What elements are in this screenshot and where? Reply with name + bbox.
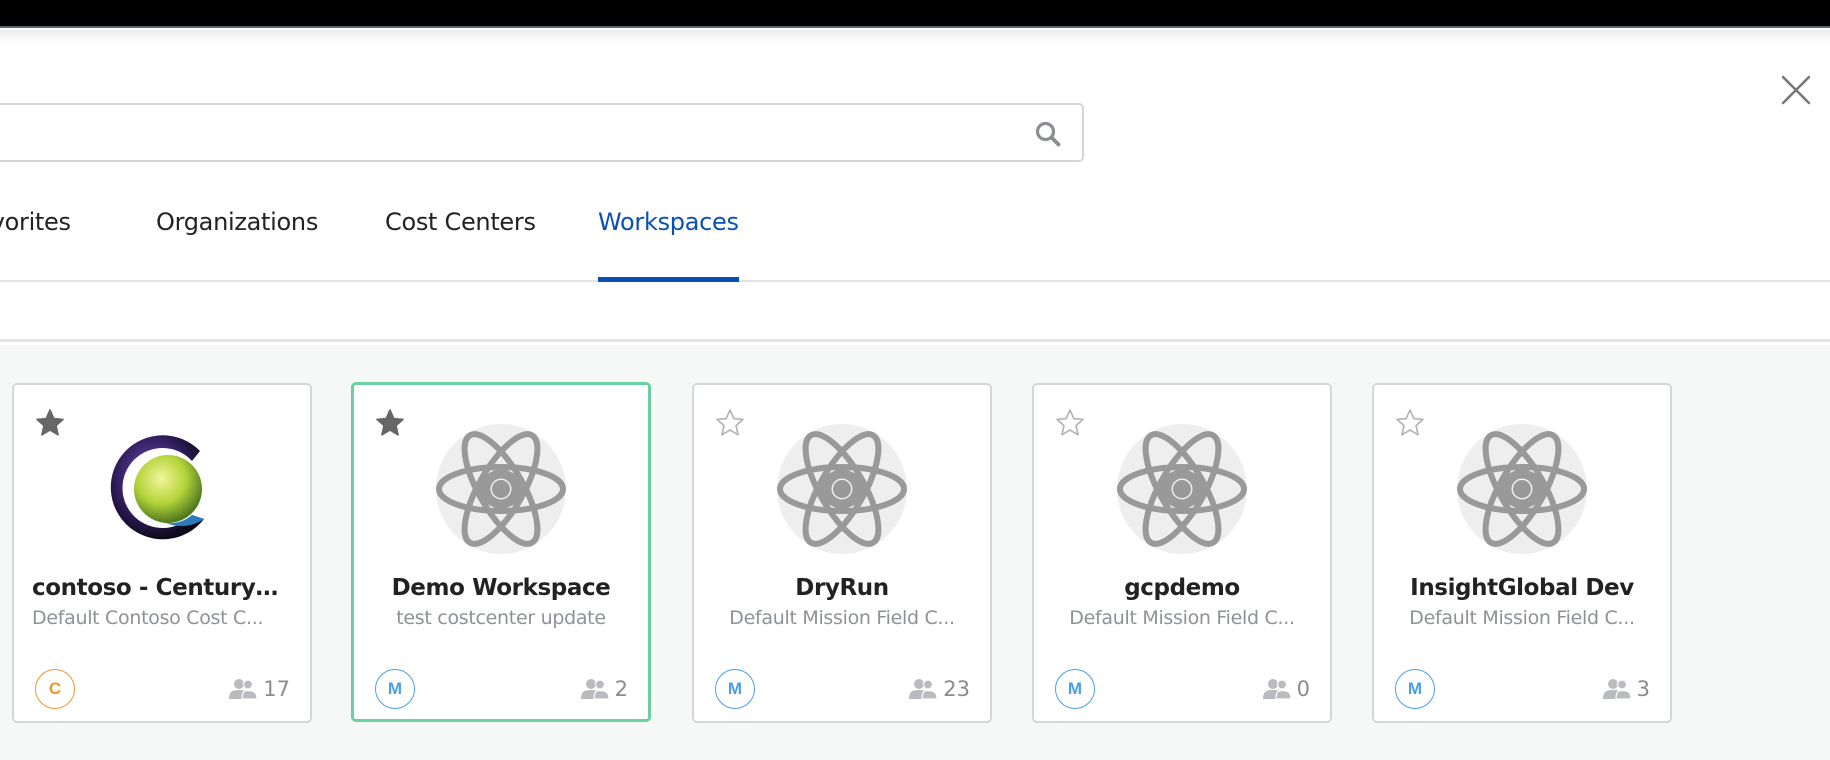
member-count-value: 3: [1636, 677, 1650, 701]
workspace-cost-center: Default Contoso Cost C...: [32, 607, 264, 629]
star-outline-icon[interactable]: [1054, 407, 1086, 439]
tab-favorites[interactable]: Favorites: [0, 208, 71, 282]
star-outline-icon[interactable]: [714, 407, 746, 439]
star-filled-icon[interactable]: [34, 407, 66, 439]
workspace-name: contoso - CenturyL...: [32, 575, 292, 601]
member-count: 2: [580, 674, 628, 704]
tab-organizations[interactable]: Organizations: [156, 208, 318, 282]
contoso-logo: [110, 435, 204, 540]
top-navigation-bar: [0, 0, 1830, 28]
atom-icon: [1117, 424, 1247, 554]
workspace-cost-center: Default Mission Field C...: [1069, 607, 1295, 629]
member-count: 17: [229, 674, 290, 704]
organization-badge: M: [715, 669, 755, 709]
member-count-value: 0: [1296, 677, 1310, 701]
workspace-cost-center: test costcenter update: [396, 607, 606, 629]
member-count-value: 2: [614, 677, 628, 701]
workspace-name: DryRun: [795, 575, 889, 601]
topbar-shadow: [0, 30, 1830, 44]
atom-icon: [1456, 423, 1588, 555]
atom-icon: [1457, 424, 1587, 554]
organization-badge: C: [35, 669, 75, 709]
organization-badge: M: [1055, 669, 1095, 709]
atom-icon: [1116, 423, 1248, 555]
users-icon: [1602, 679, 1631, 700]
search-input[interactable]: [12, 113, 992, 153]
workspace-card-4[interactable]: gcpdemo Default Mission Field C... M 0: [1032, 383, 1332, 723]
workspace-card-5[interactable]: InsightGlobal Dev Default Mission Field …: [1372, 383, 1672, 723]
member-count: 0: [1262, 674, 1310, 704]
star-outline-icon[interactable]: [1394, 407, 1426, 439]
atom-icon: [436, 424, 566, 554]
search-box: [0, 103, 1084, 162]
workspace-card-3[interactable]: DryRun Default Mission Field C... M 23: [692, 383, 992, 723]
contoso-logo: [96, 423, 228, 555]
users-icon: [229, 679, 258, 700]
workspace-card-1[interactable]: contoso - CenturyL... Default Contoso Co…: [12, 383, 312, 723]
workspace-name: Demo Workspace: [391, 575, 611, 601]
users-icon: [580, 679, 609, 700]
workspace-name: InsightGlobal Dev: [1410, 575, 1634, 601]
organization-badge: M: [375, 669, 415, 709]
users-icon: [909, 679, 938, 700]
member-count-value: 23: [943, 677, 970, 701]
organization-badge: M: [1395, 669, 1435, 709]
member-count: 3: [1602, 674, 1650, 704]
close-icon[interactable]: [1778, 72, 1814, 108]
member-count-value: 17: [263, 677, 290, 701]
filter-bar: [0, 282, 1830, 342]
atom-icon: [435, 423, 567, 555]
search-icon[interactable]: [1034, 120, 1062, 148]
atom-icon: [776, 423, 908, 555]
workspace-card-2[interactable]: Demo Workspace test costcenter update M …: [351, 382, 651, 722]
tab-workspaces[interactable]: Workspaces: [598, 208, 739, 284]
workspace-name: gcpdemo: [1124, 575, 1240, 601]
atom-icon: [777, 424, 907, 554]
star-filled-icon[interactable]: [374, 407, 406, 439]
member-count: 23: [909, 674, 970, 704]
workspace-cost-center: Default Mission Field C...: [729, 607, 955, 629]
users-icon: [1262, 679, 1291, 700]
tab-cost-centers[interactable]: Cost Centers: [385, 208, 536, 282]
tab-bar: Favorites Organizations Cost Centers Wor…: [0, 200, 1830, 284]
workspace-cost-center: Default Mission Field C...: [1409, 607, 1635, 629]
